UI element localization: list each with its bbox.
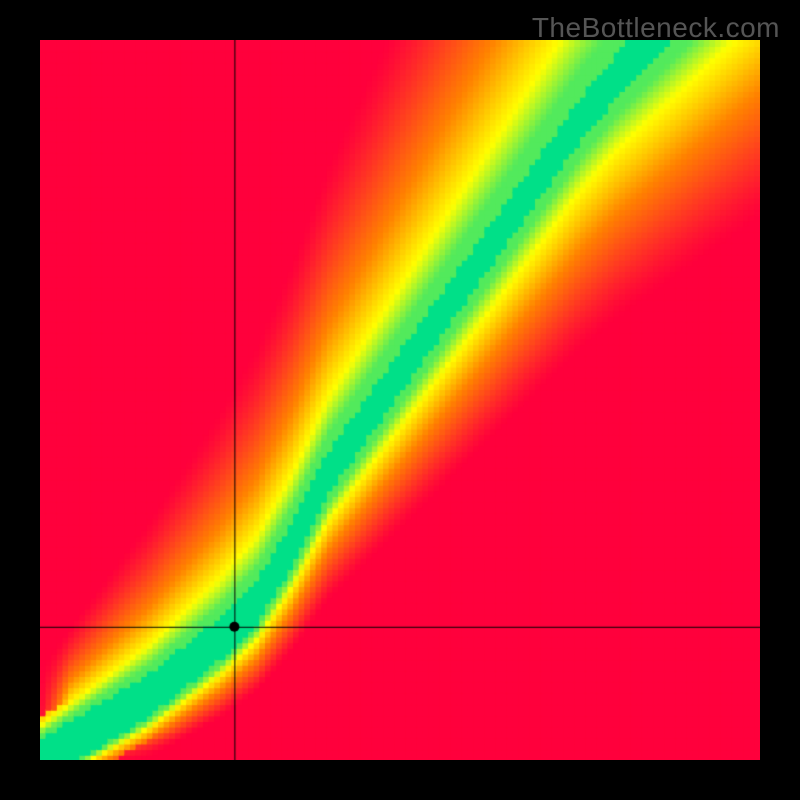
watermark-text: TheBottleneck.com bbox=[532, 12, 780, 44]
bottleneck-heatmap bbox=[40, 40, 760, 760]
chart-stage: TheBottleneck.com bbox=[0, 0, 800, 800]
